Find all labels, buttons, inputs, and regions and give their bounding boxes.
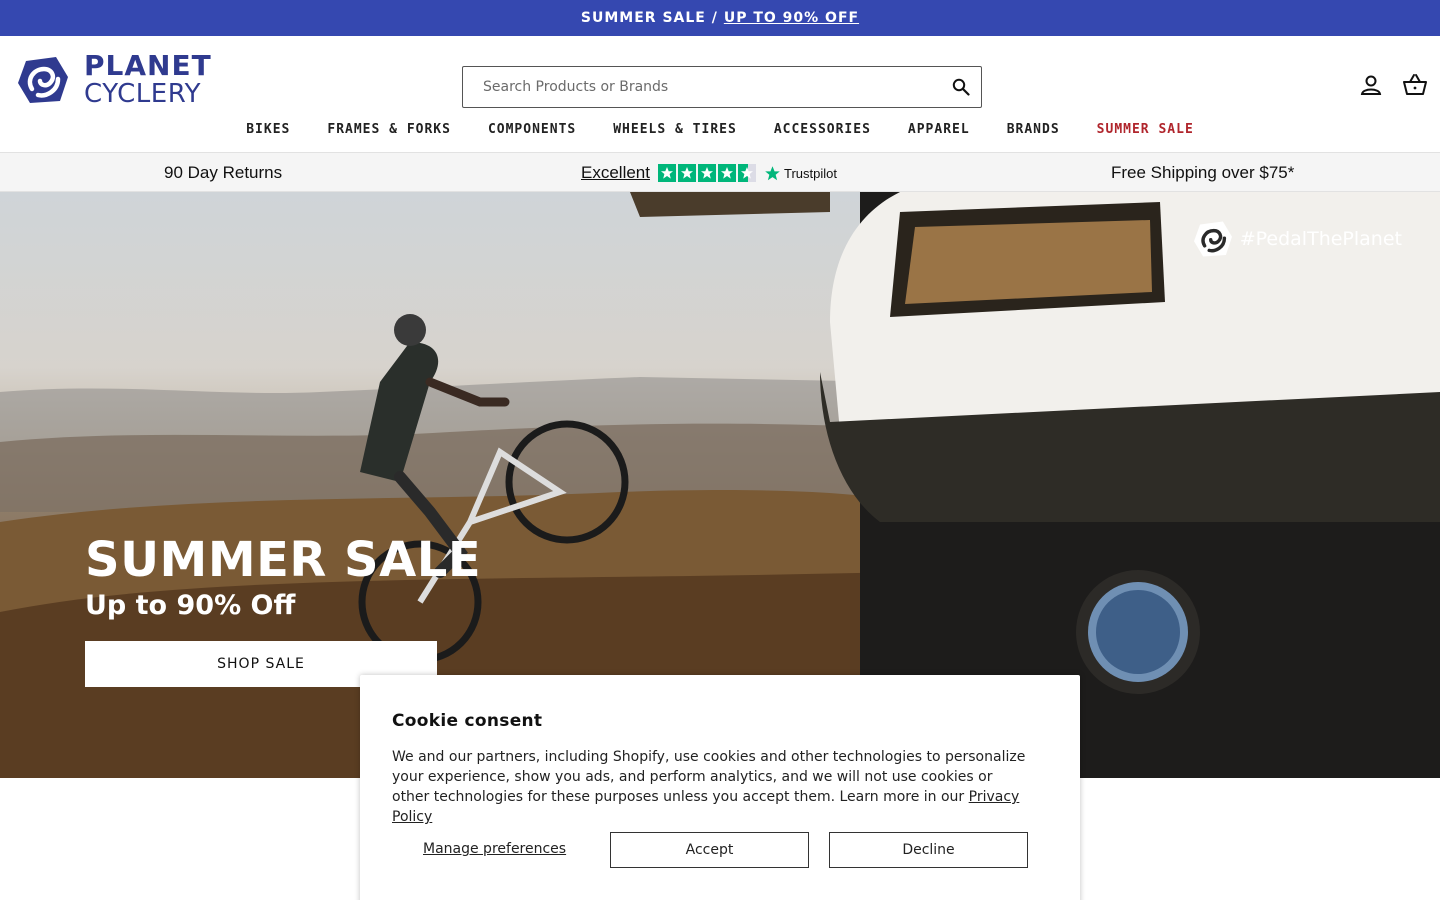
cookie-body-text: We and our partners, including Shopify, … [392, 749, 1026, 805]
main-nav: BIKES FRAMES & FORKS COMPONENTS WHEELS &… [0, 120, 1440, 139]
nav-item-accessories[interactable]: ACCESSORIES [774, 120, 871, 139]
trustpilot-stars [657, 164, 756, 182]
logo-mark-icon [18, 56, 68, 103]
star-icon [677, 164, 696, 182]
nav-item-frames-forks[interactable]: FRAMES & FORKS [327, 120, 451, 139]
logo-line-2: CYCLERY [84, 79, 202, 109]
hashtag-badge: #PedalThePlanet [1192, 220, 1402, 258]
announcement-bar: SUMMER SALE / UP TO 90% OFF [0, 0, 1440, 36]
hero-title: SUMMER SALE [85, 532, 482, 588]
star-icon [657, 164, 676, 182]
hero-subtitle: Up to 90% Off [85, 590, 296, 621]
nav-item-summer-sale[interactable]: SUMMER SALE [1097, 120, 1194, 139]
manage-preferences-link[interactable]: Manage preferences [423, 841, 566, 857]
logo[interactable]: PLANET CYCLERY [16, 52, 212, 107]
search-input[interactable] [463, 67, 941, 107]
star-icon [717, 164, 736, 182]
cart-icon[interactable] [1400, 70, 1430, 100]
nav-item-wheels-tires[interactable]: WHEELS & TIRES [613, 120, 737, 139]
returns-text: 90 Day Returns [164, 163, 283, 182]
logo-mark-icon [1193, 221, 1232, 257]
star-half-icon [737, 164, 756, 182]
shipping-text: Free Shipping over $75* [1111, 163, 1295, 182]
account-icon[interactable] [1356, 70, 1386, 100]
hashtag-text: #PedalThePlanet [1239, 228, 1402, 250]
cookie-title: Cookie consent [392, 711, 543, 731]
search-icon[interactable] [941, 67, 981, 107]
announcement-text: SUMMER SALE / [580, 10, 718, 26]
search-box [462, 66, 982, 108]
accept-button[interactable]: Accept [610, 832, 809, 868]
trust-bar: 90 Day Returns Excellent Trustpilot Free… [0, 153, 1440, 192]
cookie-consent-dialog: Cookie consent We and our partners, incl… [360, 675, 1080, 900]
site-header: PLANET CYCLERY BIKES FRAMES & FORKS COMP… [0, 36, 1440, 153]
nav-item-components[interactable]: COMPONENTS [488, 120, 576, 139]
nav-item-brands[interactable]: BRANDS [1007, 120, 1060, 139]
trustpilot-widget[interactable]: Excellent Trustpilot [581, 163, 837, 183]
trustpilot-rating-text[interactable]: Excellent [581, 163, 650, 183]
trustpilot-logo-text: Trustpilot [783, 165, 837, 181]
decline-button[interactable]: Decline [829, 832, 1028, 868]
nav-item-apparel[interactable]: APPAREL [908, 120, 970, 139]
trustpilot-star-icon [765, 165, 780, 180]
logo-line-1: PLANET [84, 49, 212, 82]
star-icon [697, 164, 716, 182]
nav-item-bikes[interactable]: BIKES [246, 120, 290, 139]
cookie-body: We and our partners, including Shopify, … [392, 747, 1032, 827]
announcement-link[interactable]: UP TO 90% OFF [724, 10, 859, 26]
